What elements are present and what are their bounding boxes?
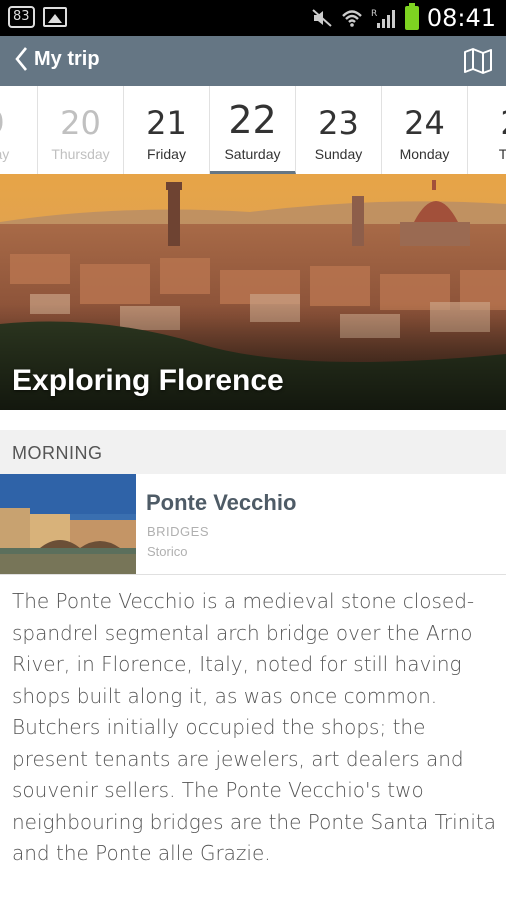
- ponte-vecchio-thumbnail: [0, 474, 136, 574]
- day-name: Tue: [498, 146, 506, 162]
- section-label: MORNING: [12, 443, 103, 463]
- place-category: BRIDGES: [147, 524, 210, 539]
- day-number: 9: [0, 104, 37, 142]
- hero-title: Exploring Florence: [12, 364, 284, 397]
- section-header-morning: MORNING: [0, 430, 506, 475]
- day-name: Sunday: [314, 146, 363, 162]
- page-title: My trip: [34, 47, 100, 70]
- day-tab-22-selected[interactable]: 22 Saturday: [210, 86, 296, 174]
- day-tab-25[interactable]: 2 Tue: [468, 86, 506, 174]
- place-list-item[interactable]: Ponte Vecchio BRIDGES Storico: [0, 474, 506, 575]
- map-icon[interactable]: [462, 45, 494, 77]
- day-number: 24: [404, 104, 445, 142]
- day-tab-24[interactable]: 24 Monday: [382, 86, 468, 174]
- place-title: Ponte Vecchio: [146, 490, 297, 515]
- day-number: 21: [146, 104, 187, 142]
- back-button[interactable]: My trip: [14, 46, 100, 72]
- day-tab-20[interactable]: 20 Thursday: [38, 86, 124, 174]
- signal-icon: R: [371, 9, 395, 28]
- chevron-left-icon: [15, 47, 28, 71]
- day-selector: 9 sday 20 Thursday 21 Friday 22 Saturday…: [0, 86, 506, 175]
- place-description: The Ponte Vecchio is a medieval stone cl…: [12, 589, 497, 865]
- status-bar: 83 R 08:41: [0, 0, 506, 36]
- day-number: 20: [60, 104, 101, 142]
- mute-icon: [312, 9, 332, 27]
- battery-icon: [404, 3, 419, 30]
- day-name: Saturday: [224, 146, 281, 162]
- day-number: 2: [468, 104, 506, 142]
- day-name: Monday: [399, 146, 450, 162]
- day-tab-23[interactable]: 23 Sunday: [296, 86, 382, 174]
- svg-text:R: R: [371, 9, 377, 19]
- hero-image[interactable]: Exploring Florence: [0, 174, 506, 410]
- day-name: Friday: [147, 146, 186, 162]
- day-tab-19[interactable]: 9 sday: [0, 86, 38, 174]
- gallery-notification-icon: [42, 7, 67, 27]
- day-name: sday: [0, 146, 10, 162]
- day-number: 23: [318, 104, 359, 142]
- status-left: 83: [8, 6, 67, 28]
- clock: 08:41: [426, 4, 496, 32]
- day-tab-21[interactable]: 21 Friday: [124, 86, 210, 174]
- status-right: R 08:41: [311, 3, 496, 32]
- day-number: 22: [228, 98, 277, 142]
- notification-count-badge: 83: [8, 6, 35, 28]
- place-subcategory: Storico: [147, 544, 188, 559]
- action-bar: My trip: [0, 36, 506, 86]
- day-name: Thursday: [51, 146, 110, 162]
- wifi-icon: [341, 10, 362, 27]
